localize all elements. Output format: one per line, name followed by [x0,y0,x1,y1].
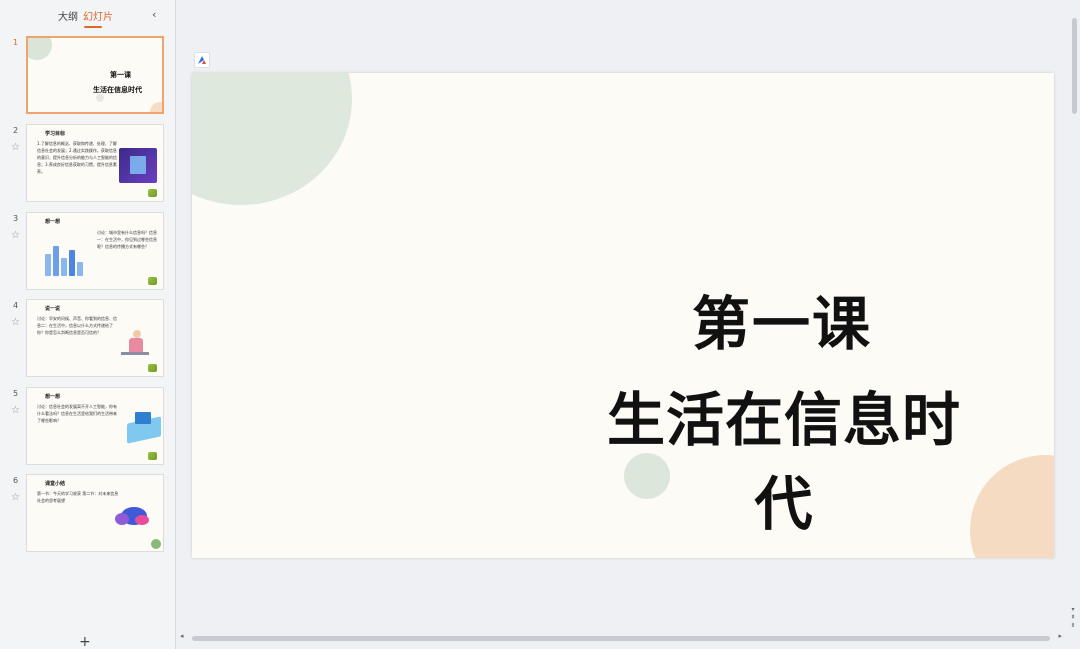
cloud-illustration [115,501,155,527]
thumb-body: 讨论：早安的问候、声音、你看到的信息、信息二：在生活中，信息以什么方式传递给了你… [37,316,117,335]
slide-panel: 大纲 幻灯片 ‹ 1 第一课 生活在信息时代 2 ☆ 学习目标 1.了解信息的概… [0,0,176,649]
server-illustration [119,148,157,183]
logo-icon [148,452,157,460]
slide-number: 3 [13,214,19,223]
thumb-body: 讨论：城市里有什么信息吗？信息一：在生活中，你见到过哪些信息呢？信息的传播方式有… [97,230,157,249]
star-icon[interactable]: ☆ [11,230,20,241]
slide-subtitle[interactable]: 生活在信息时代 [584,373,984,541]
star-icon[interactable]: ☆ [11,492,20,503]
slide-thumbnail-3[interactable]: 想一想 讨论：城市里有什么信息吗？信息一：在生活中，你见到过哪些信息呢？信息的传… [26,212,164,290]
slide-number: 4 [13,301,19,310]
star-icon[interactable]: ☆ [11,405,20,416]
thumb-title: 第一课 [110,71,131,79]
slide-thumbnail-row-2: 2 ☆ 学习目标 1.了解信息的概念、获取和传递、处理、了解信息社会的发展；2.… [0,124,176,204]
panel-tabs: 大纲 幻灯片 ‹ [0,6,176,28]
thumb-body: 讨论：信息社会的发展离不开人工智能，你有什么看法吗？信息在生活里给我们的生活带来… [37,404,117,423]
horizontal-scroll-thumb[interactable] [192,636,1050,641]
vertical-scroll-thumb[interactable] [1072,18,1077,114]
thumb-title: 想一想 [45,219,61,225]
logo-icon [148,364,157,372]
slide-thumbnail-row-5: 5 ☆ 想一想 讨论：信息社会的发展离不开人工智能，你有什么看法吗？信息在生活里… [0,387,176,467]
person-illustration [121,328,151,362]
slide-thumbnail-row-3: 3 ☆ 想一想 讨论：城市里有什么信息吗？信息一：在生活中，你见到过哪些信息呢？… [0,212,176,292]
thumb-subtitle: 生活在信息时代 [93,86,142,94]
slide-thumbnail-row-4: 4 ☆ 说一说 讨论：早安的问候、声音、你看到的信息、信息二：在生活中，信息以什… [0,299,176,379]
logo-icon [148,277,157,285]
tab-outline[interactable]: 大纲 [58,8,78,23]
decor-circle [96,94,104,102]
vertical-scrollbar[interactable] [1066,0,1080,630]
scroll-right-icon[interactable]: ▸ [1058,632,1062,640]
scroll-left-icon[interactable]: ◂ [180,632,184,640]
logo-icon [151,539,161,549]
decor-circle [28,38,52,60]
tab-slides[interactable]: 幻灯片 [83,8,113,23]
slide-thumbnail-6[interactable]: 课堂小结 第一节：今天的学习收获 第二节：对未来信息社会的思考展望 [26,474,164,552]
city-illustration [41,238,91,276]
slide-thumbnail-5[interactable]: 想一想 讨论：信息社会的发展离不开人工智能，你有什么看法吗？信息在生活里给我们的… [26,387,164,465]
thumb-body: 第一节：今天的学习收获 第二节：对未来信息社会的思考展望 [37,491,119,503]
slide-title[interactable]: 第一课 [632,277,932,361]
scroll-nav-arrows[interactable]: ▾ ⇞ ⇟ [1068,606,1078,630]
collapse-panel-icon[interactable]: ‹ [152,8,156,21]
star-icon[interactable]: ☆ [11,142,20,153]
slide-number: 2 [13,126,19,135]
thumb-title: 课堂小结 [45,481,66,487]
decor-circle-green [192,73,352,205]
add-slide-button[interactable]: + [79,635,91,649]
decor-circle [150,102,162,112]
thumb-title: 学习目标 [45,131,66,137]
star-icon[interactable]: ☆ [11,317,20,328]
slide-thumbnail-row-6: 6 ☆ 课堂小结 第一节：今天的学习收获 第二节：对未来信息社会的思考展望 [0,474,176,554]
logo-icon [148,189,157,197]
slide-number: 5 [13,389,19,398]
slide-number: 6 [13,476,19,485]
thumb-title: 想一想 [45,394,61,400]
thumb-body: 1.了解信息的概念、获取和传递、处理、了解信息社会的发展；2.通过实践操作，获取… [37,141,117,174]
app-logo-icon[interactable] [194,52,210,68]
slide-number: 1 [13,38,19,47]
current-slide-canvas[interactable]: 第一课 生活在信息时代 [192,73,1054,558]
slide-thumbnail-1[interactable]: 第一课 生活在信息时代 [26,36,164,114]
slide-thumbnail-2[interactable]: 学习目标 1.了解信息的概念、获取和传递、处理、了解信息社会的发展；2.通过实践… [26,124,164,202]
thumb-title: 说一说 [45,306,61,312]
active-tab-indicator [84,26,102,28]
slide-thumbnail-row-1: 1 第一课 生活在信息时代 [0,36,176,116]
slide-thumbnail-4[interactable]: 说一说 讨论：早安的问候、声音、你看到的信息、信息二：在生活中，信息以什么方式传… [26,299,164,377]
horizontal-scrollbar[interactable]: ◂ ▸ [178,632,1066,644]
computer-illustration [125,408,163,444]
